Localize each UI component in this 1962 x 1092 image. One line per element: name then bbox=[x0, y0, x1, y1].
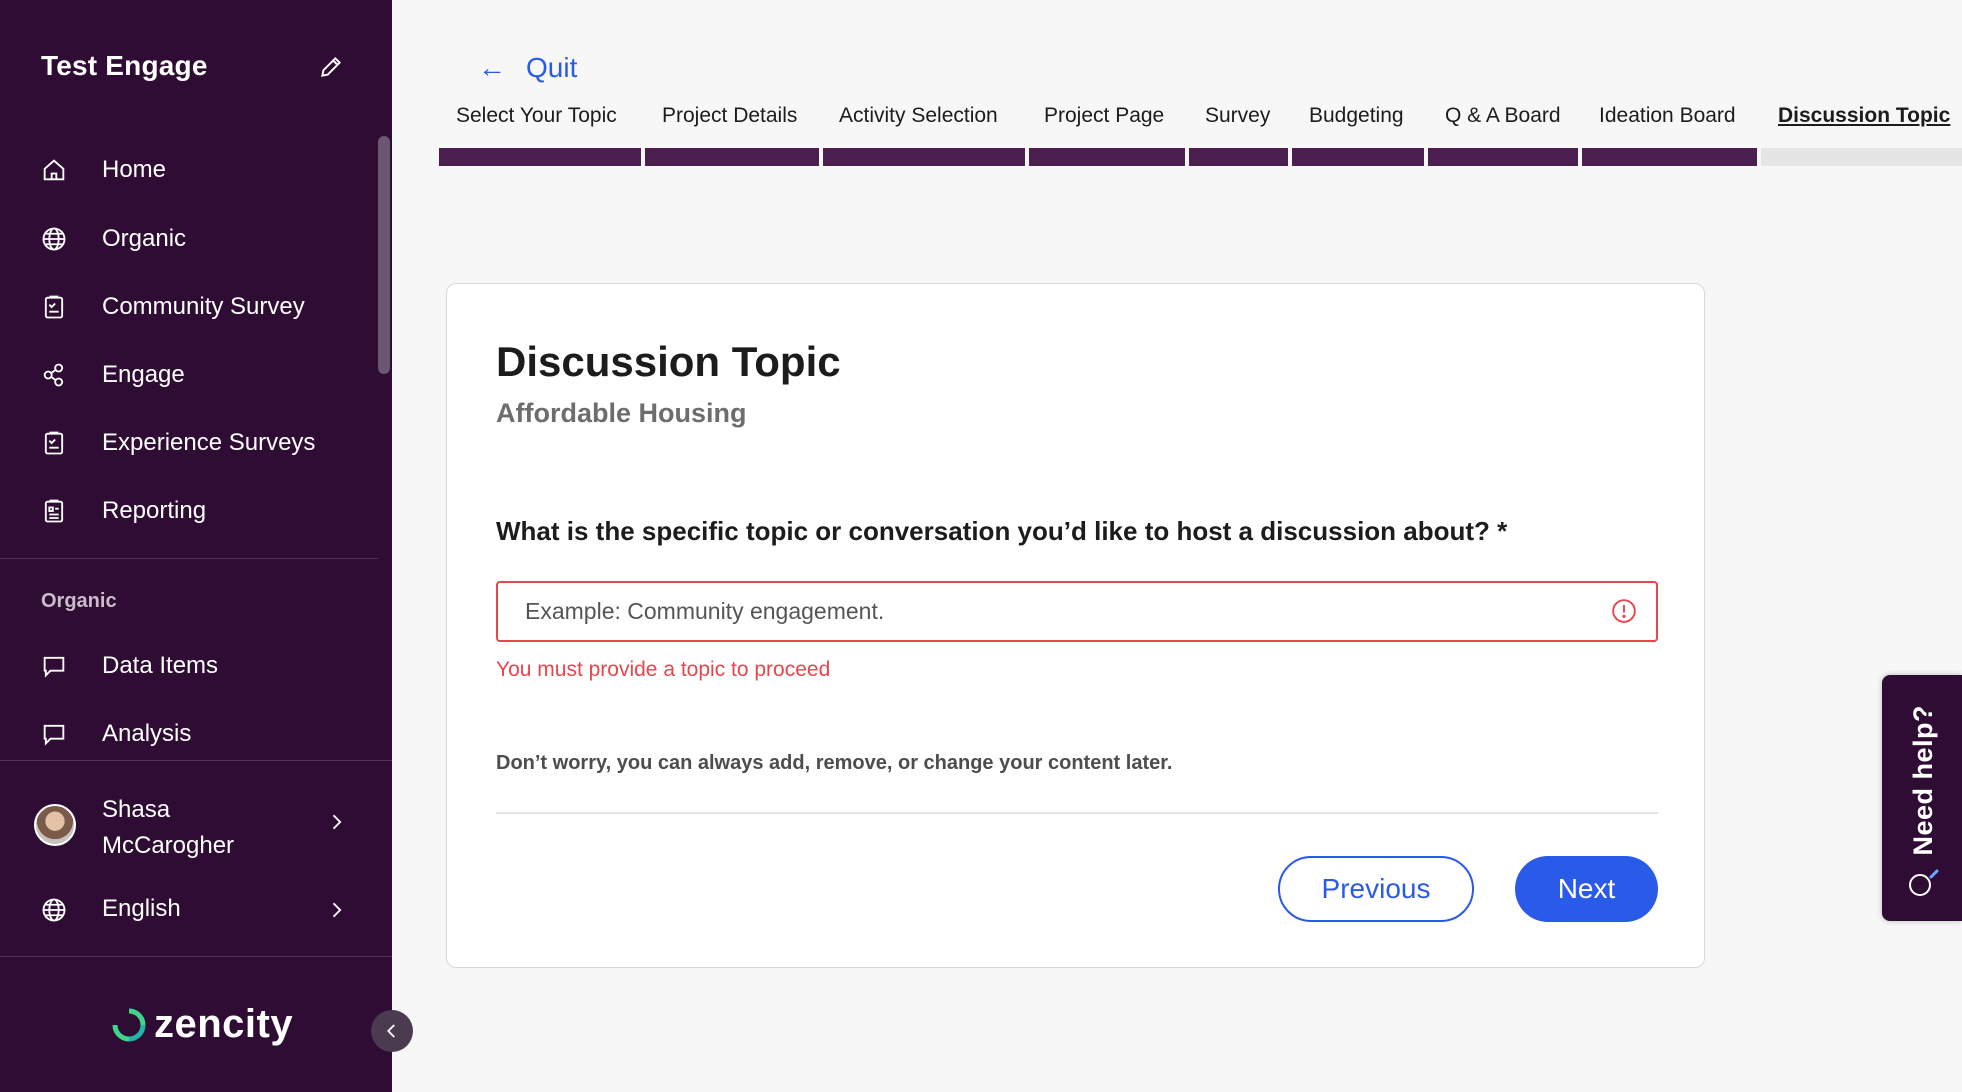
globe-icon bbox=[42, 227, 66, 251]
progress-segment bbox=[1292, 148, 1424, 166]
need-help-tab[interactable]: Need help? bbox=[1882, 675, 1962, 921]
error-message: You must provide a topic to proceed bbox=[496, 658, 831, 681]
step-project-page[interactable]: Project Page bbox=[1044, 104, 1164, 128]
collapse-sidebar-button[interactable] bbox=[371, 1010, 413, 1052]
arrow-left-icon: ← bbox=[478, 52, 506, 83]
workspace-title: Test Engage bbox=[41, 50, 208, 81]
engage-icon bbox=[43, 363, 64, 387]
topic-subtitle: Affordable Housing bbox=[496, 398, 747, 428]
sidebar-item-experience-surveys[interactable]: Experience Surveys bbox=[0, 415, 378, 471]
sidebar-item-engage[interactable]: Engage bbox=[0, 347, 378, 403]
chevron-right-icon bbox=[332, 902, 342, 918]
sidebar-item-label: Community Survey bbox=[102, 293, 305, 320]
sidebar: Test Engage Home Organic Community Surve… bbox=[0, 0, 392, 1092]
chat-bubble-icon bbox=[43, 656, 65, 678]
clipboard-icon bbox=[44, 295, 64, 319]
helper-text: Don’t worry, you can always add, remove,… bbox=[496, 752, 1173, 774]
discussion-topic-input[interactable] bbox=[496, 581, 1658, 642]
globe-icon bbox=[42, 898, 66, 922]
step-qa-board[interactable]: Q & A Board bbox=[1445, 104, 1561, 128]
sidebar-item-reporting[interactable]: Reporting bbox=[0, 483, 378, 539]
step-activity-selection[interactable]: Activity Selection bbox=[839, 104, 998, 128]
step-ideation-board[interactable]: Ideation Board bbox=[1599, 104, 1736, 128]
sidebar-item-label: Analysis bbox=[102, 720, 192, 747]
zencity-logo-icon bbox=[112, 1008, 146, 1041]
user-name: Shasa McCarogher bbox=[102, 796, 235, 859]
progress-segment bbox=[439, 148, 641, 166]
home-icon bbox=[43, 159, 65, 181]
sidebar-divider bbox=[0, 558, 378, 559]
sidebar-item-label: Home bbox=[102, 156, 167, 183]
sidebar-item-community-survey[interactable]: Community Survey bbox=[0, 279, 378, 335]
language-selector[interactable]: English bbox=[0, 882, 392, 938]
progress-segment bbox=[1428, 148, 1578, 166]
zencity-wordmark: zencity bbox=[154, 1002, 294, 1046]
sidebar-item-data-items[interactable]: Data Items bbox=[0, 638, 378, 694]
sidebar-item-label: Experience Surveys bbox=[102, 429, 316, 456]
clipboard-icon bbox=[44, 431, 64, 455]
chevron-right-icon bbox=[332, 814, 342, 830]
quit-label: Quit bbox=[526, 52, 578, 83]
sidebar-item-label: Engage bbox=[102, 361, 185, 388]
sidebar-item-label: Data Items bbox=[102, 652, 219, 679]
sidebar-item-label: Reporting bbox=[102, 497, 207, 524]
help-search-icon bbox=[1909, 869, 1939, 896]
chat-bubble-icon bbox=[43, 724, 65, 746]
sidebar-item-label: Organic bbox=[102, 225, 187, 252]
progress-segment bbox=[1189, 148, 1288, 166]
progress-segment bbox=[1582, 148, 1757, 166]
step-discussion-topic[interactable]: Discussion Topic bbox=[1778, 104, 1950, 128]
step-select-your-topic[interactable]: Select Your Topic bbox=[456, 104, 617, 128]
previous-button[interactable]: Previous bbox=[1278, 856, 1474, 922]
report-icon bbox=[44, 499, 64, 523]
sidebar-divider bbox=[0, 956, 392, 957]
quit-link[interactable]: ← Quit bbox=[478, 52, 577, 84]
need-help-label: Need help? bbox=[1908, 705, 1938, 856]
progress-segment bbox=[1761, 148, 1962, 166]
language-label: English bbox=[102, 895, 181, 922]
pencil-icon[interactable] bbox=[318, 54, 344, 80]
sidebar-scrollbar[interactable] bbox=[378, 136, 390, 374]
step-budgeting[interactable]: Budgeting bbox=[1309, 104, 1404, 128]
next-button[interactable]: Next bbox=[1515, 856, 1658, 922]
avatar bbox=[34, 804, 76, 846]
sidebar-section-label: Organic bbox=[41, 590, 117, 612]
step-survey[interactable]: Survey bbox=[1205, 104, 1270, 128]
sidebar-item-home[interactable]: Home bbox=[0, 142, 378, 198]
user-menu[interactable]: Shasa McCarogher bbox=[0, 776, 392, 866]
progress-segment bbox=[1029, 148, 1185, 166]
page-title: Discussion Topic bbox=[496, 338, 841, 385]
sidebar-item-organic[interactable]: Organic bbox=[0, 211, 378, 267]
chevron-left-icon bbox=[386, 1024, 395, 1038]
question-label: What is the specific topic or conversati… bbox=[496, 516, 1508, 546]
zencity-logo: zencity bbox=[112, 1002, 293, 1047]
sidebar-item-analysis[interactable]: Analysis bbox=[0, 706, 378, 762]
progress-segment bbox=[645, 148, 819, 166]
step-project-details[interactable]: Project Details bbox=[662, 104, 797, 128]
progress-segment bbox=[823, 148, 1025, 166]
sidebar-divider bbox=[0, 760, 392, 761]
discussion-topic-card: Discussion Topic Affordable Housing What… bbox=[446, 283, 1705, 968]
card-divider bbox=[496, 812, 1658, 814]
error-icon bbox=[1612, 599, 1636, 623]
